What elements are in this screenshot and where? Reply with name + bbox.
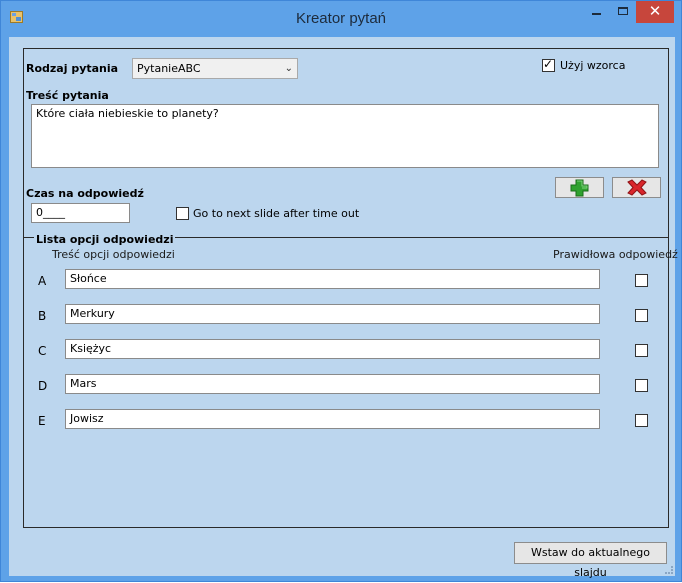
next-slide-label: Go to next slide after time out	[193, 207, 360, 220]
question-content-textarea[interactable]: Które ciała niebieskie to planety?	[31, 104, 659, 168]
answer-option-input[interactable]: Merkury	[65, 304, 600, 324]
option-letter: D	[38, 379, 48, 393]
title-bar[interactable]: Kreator pytań ✕	[1, 1, 681, 37]
close-button[interactable]: ✕	[636, 1, 674, 23]
use-template-checkbox[interactable]	[542, 57, 555, 72]
plus-icon	[570, 179, 589, 197]
answer-option-input[interactable]: Księżyc	[65, 339, 600, 359]
correct-answer-checkbox[interactable]	[635, 274, 648, 287]
insert-to-slide-button[interactable]: Wstaw do aktualnego slajdu	[514, 542, 667, 579]
question-type-value: PytanieABC	[137, 62, 201, 75]
answer-content-header: Treść opcji odpowiedzi	[52, 248, 175, 261]
window-title: Kreator pytań	[295, 10, 387, 27]
correct-answer-header: Prawidłowa odpowiedź	[553, 248, 678, 261]
form-client-area: Rodzaj pytania PytanieABC ⌄ Użyj wzorca …	[9, 37, 678, 579]
remove-answer-button[interactable]	[612, 177, 661, 198]
resize-grip-icon[interactable]	[665, 566, 673, 574]
correct-answer-checkbox[interactable]	[635, 344, 648, 357]
question-creator-window: Kreator pytań ✕ Rodzaj pytania PytanieAB…	[0, 0, 682, 582]
minimize-icon	[592, 13, 601, 15]
add-answer-button[interactable]	[555, 177, 604, 198]
maximize-button[interactable]	[610, 1, 636, 23]
answers-group-title: Lista opcji odpowiedzi	[34, 233, 176, 246]
option-letter: B	[38, 309, 47, 323]
close-icon: ✕	[648, 2, 662, 20]
correct-answer-checkbox[interactable]	[635, 309, 648, 322]
answer-time-label: Czas na odpowiedź	[26, 187, 144, 200]
maximize-icon	[618, 7, 628, 15]
x-icon	[627, 179, 647, 196]
answer-time-input[interactable]: 0____	[31, 203, 130, 223]
option-letter: C	[38, 344, 47, 358]
question-type-select[interactable]: PytanieABC ⌄	[132, 58, 298, 79]
option-letter: A	[38, 274, 47, 288]
correct-answer-checkbox[interactable]	[635, 379, 648, 392]
next-slide-checkbox[interactable]	[176, 207, 189, 220]
answer-option-input[interactable]: Słońce	[65, 269, 600, 289]
correct-answer-checkbox[interactable]	[635, 414, 648, 427]
option-letter: E	[38, 414, 46, 428]
question-content-label: Treść pytania	[26, 89, 109, 102]
minimize-button[interactable]	[583, 1, 610, 23]
chevron-down-icon: ⌄	[284, 63, 293, 74]
use-template-label: Użyj wzorca	[560, 59, 626, 72]
question-type-label: Rodzaj pytania	[26, 62, 119, 75]
answer-option-input[interactable]: Jowisz	[65, 409, 600, 429]
answer-option-input[interactable]: Mars	[65, 374, 600, 394]
